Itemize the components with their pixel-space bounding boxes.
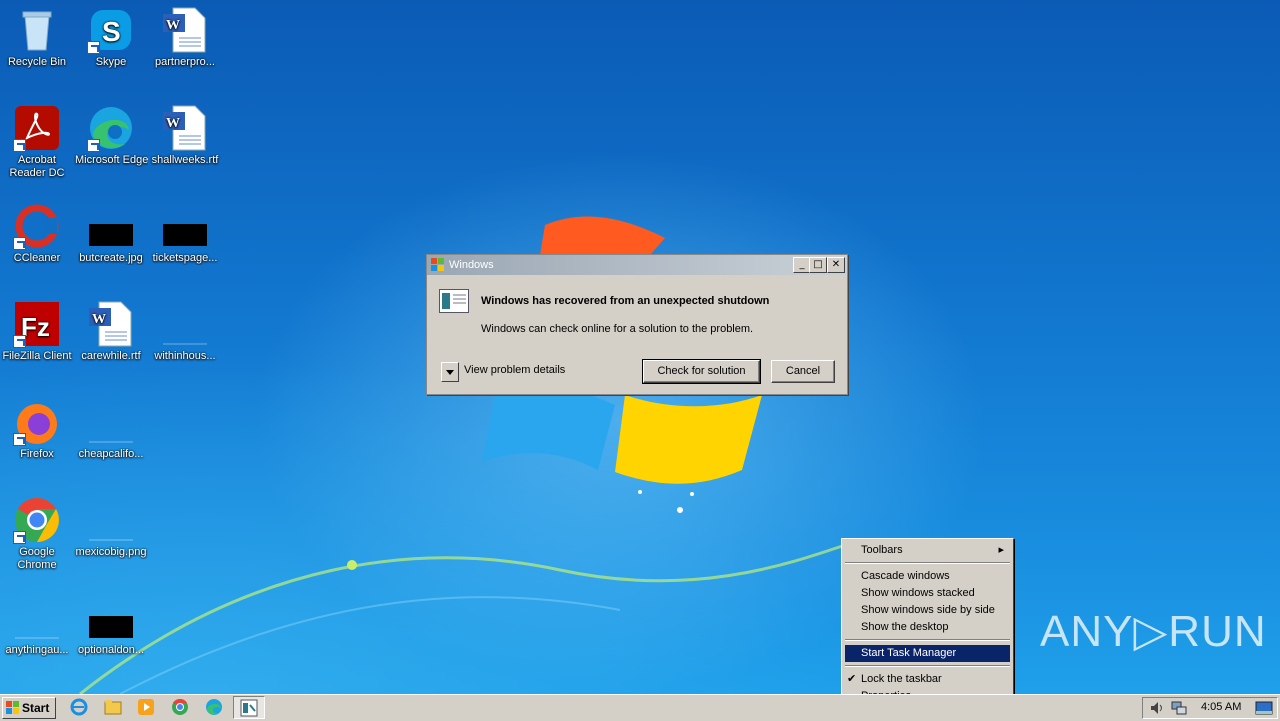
chrome-taskbar-icon[interactable] bbox=[171, 698, 189, 716]
system-tray: 4:05 AM bbox=[1142, 697, 1278, 719]
chrome-icon bbox=[13, 496, 61, 544]
image-thumbnail-icon bbox=[161, 202, 209, 250]
menu-item-show-desktop[interactable]: Show the desktop bbox=[845, 619, 1010, 636]
firefox-icon bbox=[13, 398, 61, 446]
desktop-icon-ccleaner[interactable]: CCleaner bbox=[0, 202, 74, 265]
desktop-icon-withinhous[interactable]: withinhous... bbox=[148, 300, 222, 363]
word-document-icon: W bbox=[161, 104, 209, 152]
desktop-icon-ticketspage[interactable]: ticketspage... bbox=[148, 202, 222, 265]
desktop-icon-filezilla[interactable]: Fz FileZilla Client bbox=[0, 300, 74, 363]
report-window-icon bbox=[439, 289, 469, 313]
desktop-icon-edge[interactable]: Microsoft Edge bbox=[74, 104, 148, 167]
desktop-icon-chrome[interactable]: Google Chrome bbox=[0, 496, 74, 572]
menu-item-start-task-manager[interactable]: Start Task Manager bbox=[845, 645, 1010, 662]
desktop-icon-optionaldon[interactable]: optionaldon... bbox=[74, 594, 148, 657]
problem-reporting-icon bbox=[240, 699, 258, 717]
taskbar-context-menu: Toolbars ▸ Cascade windows Show windows … bbox=[841, 538, 1014, 708]
dialog-titlebar[interactable]: Windows bbox=[427, 255, 847, 275]
recycle-bin-icon bbox=[13, 6, 61, 54]
chevron-down-icon bbox=[446, 370, 454, 375]
windows-logo-icon bbox=[6, 701, 20, 715]
show-desktop-icon[interactable] bbox=[1255, 700, 1273, 716]
shortcut-arrow-icon bbox=[13, 433, 26, 446]
desktop-icon-firefox[interactable]: Firefox bbox=[0, 398, 74, 461]
submenu-arrow-icon: ▸ bbox=[998, 544, 1004, 556]
cancel-button[interactable]: Cancel bbox=[771, 360, 835, 383]
desktop-icon-anythingau[interactable]: anythingau... bbox=[0, 594, 74, 657]
view-details-label[interactable]: View problem details bbox=[464, 364, 565, 376]
shortcut-arrow-icon bbox=[13, 531, 26, 544]
desktop-icon-mexicobig[interactable]: mexicobig.png bbox=[74, 496, 148, 559]
desktop-icon-cheapcalifo[interactable]: cheapcalifo... bbox=[74, 398, 148, 461]
filezilla-icon: Fz bbox=[13, 300, 61, 348]
file-icon bbox=[161, 300, 209, 348]
image-thumbnail-icon bbox=[87, 202, 135, 250]
shortcut-arrow-icon bbox=[87, 41, 100, 54]
close-button[interactable]: ✕ bbox=[827, 257, 845, 273]
acrobat-icon bbox=[13, 104, 61, 152]
word-document-icon: W bbox=[87, 300, 135, 348]
image-thumbnail-icon bbox=[87, 594, 135, 642]
checkmark-icon: ✔ bbox=[847, 673, 857, 685]
maximize-button[interactable]: □ bbox=[809, 257, 827, 273]
menu-separator bbox=[845, 639, 1010, 641]
desktop: Recycle Bin Acrobat Reader DC CCleaner F… bbox=[0, 0, 1280, 694]
word-document-icon: W bbox=[161, 6, 209, 54]
file-icon bbox=[87, 496, 135, 544]
menu-item-show-side-by-side[interactable]: Show windows side by side bbox=[845, 602, 1010, 619]
taskbar: Start 4:05 AM bbox=[0, 694, 1280, 721]
desktop-icon-skype[interactable]: S Skype bbox=[74, 6, 148, 69]
menu-item-show-windows-stacked[interactable]: Show windows stacked bbox=[845, 585, 1010, 602]
dialog-title: Windows bbox=[449, 259, 494, 271]
folder-icon[interactable] bbox=[104, 698, 122, 716]
ccleaner-icon bbox=[13, 202, 61, 250]
menu-item-lock-taskbar[interactable]: ✔ Lock the taskbar bbox=[845, 671, 1010, 688]
volume-icon[interactable] bbox=[1149, 700, 1165, 716]
menu-item-toolbars[interactable]: Toolbars ▸ bbox=[845, 542, 1010, 559]
desktop-icon-butcreate[interactable]: butcreate.jpg bbox=[74, 202, 148, 265]
desktop-icon-acrobat[interactable]: Acrobat Reader DC bbox=[0, 104, 74, 180]
windows-flag-icon bbox=[431, 258, 445, 272]
internet-explorer-icon[interactable] bbox=[70, 698, 88, 716]
dialog-heading: Windows has recovered from an unexpected… bbox=[481, 295, 770, 307]
network-icon[interactable] bbox=[1171, 700, 1187, 716]
svg-text:W: W bbox=[166, 18, 180, 33]
desktop-icon-shallweeks[interactable]: W shallweeks.rtf bbox=[148, 104, 222, 167]
menu-separator bbox=[845, 562, 1010, 564]
shortcut-arrow-icon bbox=[13, 139, 26, 152]
media-player-icon[interactable] bbox=[137, 698, 155, 716]
shortcut-arrow-icon bbox=[87, 139, 100, 152]
shortcut-arrow-icon bbox=[13, 237, 26, 250]
file-icon bbox=[13, 594, 61, 642]
desktop-icon-carewhile[interactable]: W carewhile.rtf bbox=[74, 300, 148, 363]
edge-icon bbox=[87, 104, 135, 152]
anyrun-watermark: ANY▷RUN bbox=[1040, 607, 1267, 656]
check-for-solution-button[interactable]: Check for solution bbox=[642, 359, 761, 384]
file-icon bbox=[87, 398, 135, 446]
expand-details-button[interactable] bbox=[441, 362, 459, 382]
shortcut-arrow-icon bbox=[13, 335, 26, 348]
skype-icon: S bbox=[87, 6, 135, 54]
dialog-message: Windows can check online for a solution … bbox=[481, 323, 754, 335]
desktop-icon-partnerpro[interactable]: W partnerpro... bbox=[148, 6, 222, 69]
start-button[interactable]: Start bbox=[2, 697, 56, 719]
svg-text:S: S bbox=[102, 16, 121, 47]
taskbar-active-window-button[interactable] bbox=[233, 696, 265, 719]
menu-separator bbox=[845, 665, 1010, 667]
clock[interactable]: 4:05 AM bbox=[1201, 701, 1241, 713]
svg-text:W: W bbox=[166, 116, 180, 131]
edge-taskbar-icon[interactable] bbox=[205, 698, 223, 716]
recovery-dialog: Windows _ □ ✕ Windows has recovered from… bbox=[426, 254, 848, 395]
desktop-icon-recycle-bin[interactable]: Recycle Bin bbox=[0, 6, 74, 69]
svg-text:W: W bbox=[92, 312, 106, 327]
menu-item-cascade-windows[interactable]: Cascade windows bbox=[845, 568, 1010, 585]
